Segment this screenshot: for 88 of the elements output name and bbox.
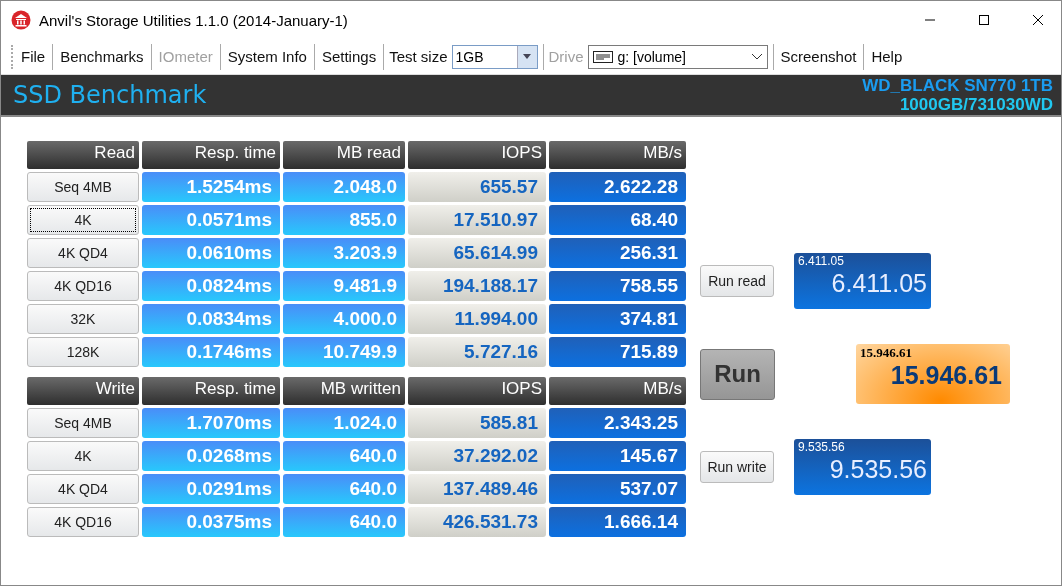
- test-button[interactable]: 4K QD4: [27, 238, 139, 268]
- test-button[interactable]: 128K: [27, 337, 139, 367]
- column-header: Resp. time: [142, 141, 280, 169]
- table-cell: 9.481.9: [283, 271, 405, 301]
- menu-item[interactable]: System Info: [225, 48, 309, 65]
- table-cell: 1.5254ms: [142, 172, 280, 202]
- column-header: MB read: [283, 141, 405, 169]
- table-cell: 0.0291ms: [142, 474, 280, 504]
- table-cell: 68.40: [549, 205, 686, 235]
- table-cell: 374.81: [549, 304, 686, 334]
- table-cell: 2.048.0: [283, 172, 405, 202]
- write-score: 9.535.56: [828, 454, 927, 484]
- table-cell: 640.0: [283, 441, 405, 471]
- table-cell: 65.614.99: [408, 238, 546, 268]
- menu-item[interactable]: File: [19, 48, 48, 65]
- close-icon[interactable]: [1032, 14, 1044, 26]
- caret-icon: [523, 54, 531, 59]
- table-cell: 0.0375ms: [142, 507, 280, 537]
- table-cell: 17.510.97: [408, 205, 546, 235]
- app-logo-icon: [11, 10, 31, 30]
- read-score-small: 6.411.05: [798, 255, 845, 268]
- table-cell: 0.0834ms: [142, 304, 280, 334]
- read-score: 6.411.05: [830, 268, 927, 298]
- table-cell: 11.994.00: [408, 304, 546, 334]
- test-button[interactable]: 4K: [27, 441, 139, 471]
- table-cell: 194.188.17: [408, 271, 546, 301]
- table-cell: 5.727.16: [408, 337, 546, 367]
- run-write-button[interactable]: Run write: [700, 451, 774, 483]
- table-cell: 640.0: [283, 474, 405, 504]
- table-cell: 640.0: [283, 507, 405, 537]
- test-button[interactable]: 4K: [27, 205, 139, 235]
- size-dropdown[interactable]: 1GB: [451, 44, 538, 69]
- run-read-button[interactable]: Run read: [700, 265, 774, 297]
- maximize-icon[interactable]: [978, 14, 990, 26]
- table-cell: 585.81: [408, 408, 546, 438]
- page-title: SSD Benchmark: [13, 81, 207, 109]
- table-cell: 137.489.46: [408, 474, 546, 504]
- table-cell: 0.0268ms: [142, 441, 280, 471]
- field-label: Drive: [548, 48, 584, 65]
- column-header: Read: [27, 141, 139, 169]
- test-button[interactable]: 4K QD16: [27, 271, 139, 301]
- menu-item[interactable]: Benchmarks: [58, 48, 146, 65]
- test-button[interactable]: 32K: [27, 304, 139, 334]
- write-score-small: 9.535.56: [798, 441, 846, 454]
- table-cell: 655.57: [408, 172, 546, 202]
- table-cell: 0.0824ms: [142, 271, 280, 301]
- field-label: Test size: [389, 48, 448, 65]
- column-header: IOPS: [408, 141, 546, 169]
- table-cell: 426.531.73: [408, 507, 546, 537]
- table-cell: 4.000.0: [283, 304, 405, 334]
- table-cell: 1.666.14: [549, 507, 686, 537]
- drive-icon: [592, 50, 613, 63]
- test-button[interactable]: Seq 4MB: [27, 408, 139, 438]
- chevron-icon: [750, 53, 763, 60]
- column-header: MB/s: [549, 141, 686, 169]
- column-header: MB/s: [549, 377, 686, 405]
- table-cell: 715.89: [549, 337, 686, 367]
- table-cell: 0.0571ms: [142, 205, 280, 235]
- total-score: 15.946.61: [889, 360, 1002, 390]
- table-cell: 145.67: [549, 441, 686, 471]
- table-cell: 2.622.28: [549, 172, 686, 202]
- menu-item[interactable]: Settings: [319, 48, 379, 65]
- column-header: Write: [27, 377, 139, 405]
- table-cell: 10.749.9: [283, 337, 405, 367]
- test-button[interactable]: Seq 4MB: [27, 172, 139, 202]
- table-cell: 2.343.25: [549, 408, 686, 438]
- table-cell: 256.31: [549, 238, 686, 268]
- test-button[interactable]: 4K QD4: [27, 474, 139, 504]
- table-cell: 0.1746ms: [142, 337, 280, 367]
- column-header: Resp. time: [142, 377, 280, 405]
- column-header: IOPS: [408, 377, 546, 405]
- test-button[interactable]: 4K QD16: [27, 507, 139, 537]
- table-cell: 1.7070ms: [142, 408, 280, 438]
- table-cell: 0.0610ms: [142, 238, 280, 268]
- table-cell: 537.07: [549, 474, 686, 504]
- table-cell: 855.0: [283, 205, 405, 235]
- run-button[interactable]: Run: [700, 348, 775, 400]
- menu-item[interactable]: Screenshot: [778, 48, 859, 65]
- total-score-small: 15.946.61: [860, 346, 913, 360]
- column-header: MB written: [283, 377, 405, 405]
- drive-info: 1000GB/731030WD: [899, 95, 1053, 114]
- table-cell: 3.203.9: [283, 238, 405, 268]
- menu-item[interactable]: Help: [869, 48, 905, 65]
- table-cell: 758.55: [549, 271, 686, 301]
- drive-model: WD_BLACK SN770 1TB: [862, 76, 1053, 95]
- table-cell: 1.024.0: [283, 408, 405, 438]
- table-cell: 37.292.02: [408, 441, 546, 471]
- window-title: Anvil's Storage Utilities 1.1.0 (2014-January-1): [39, 11, 349, 29]
